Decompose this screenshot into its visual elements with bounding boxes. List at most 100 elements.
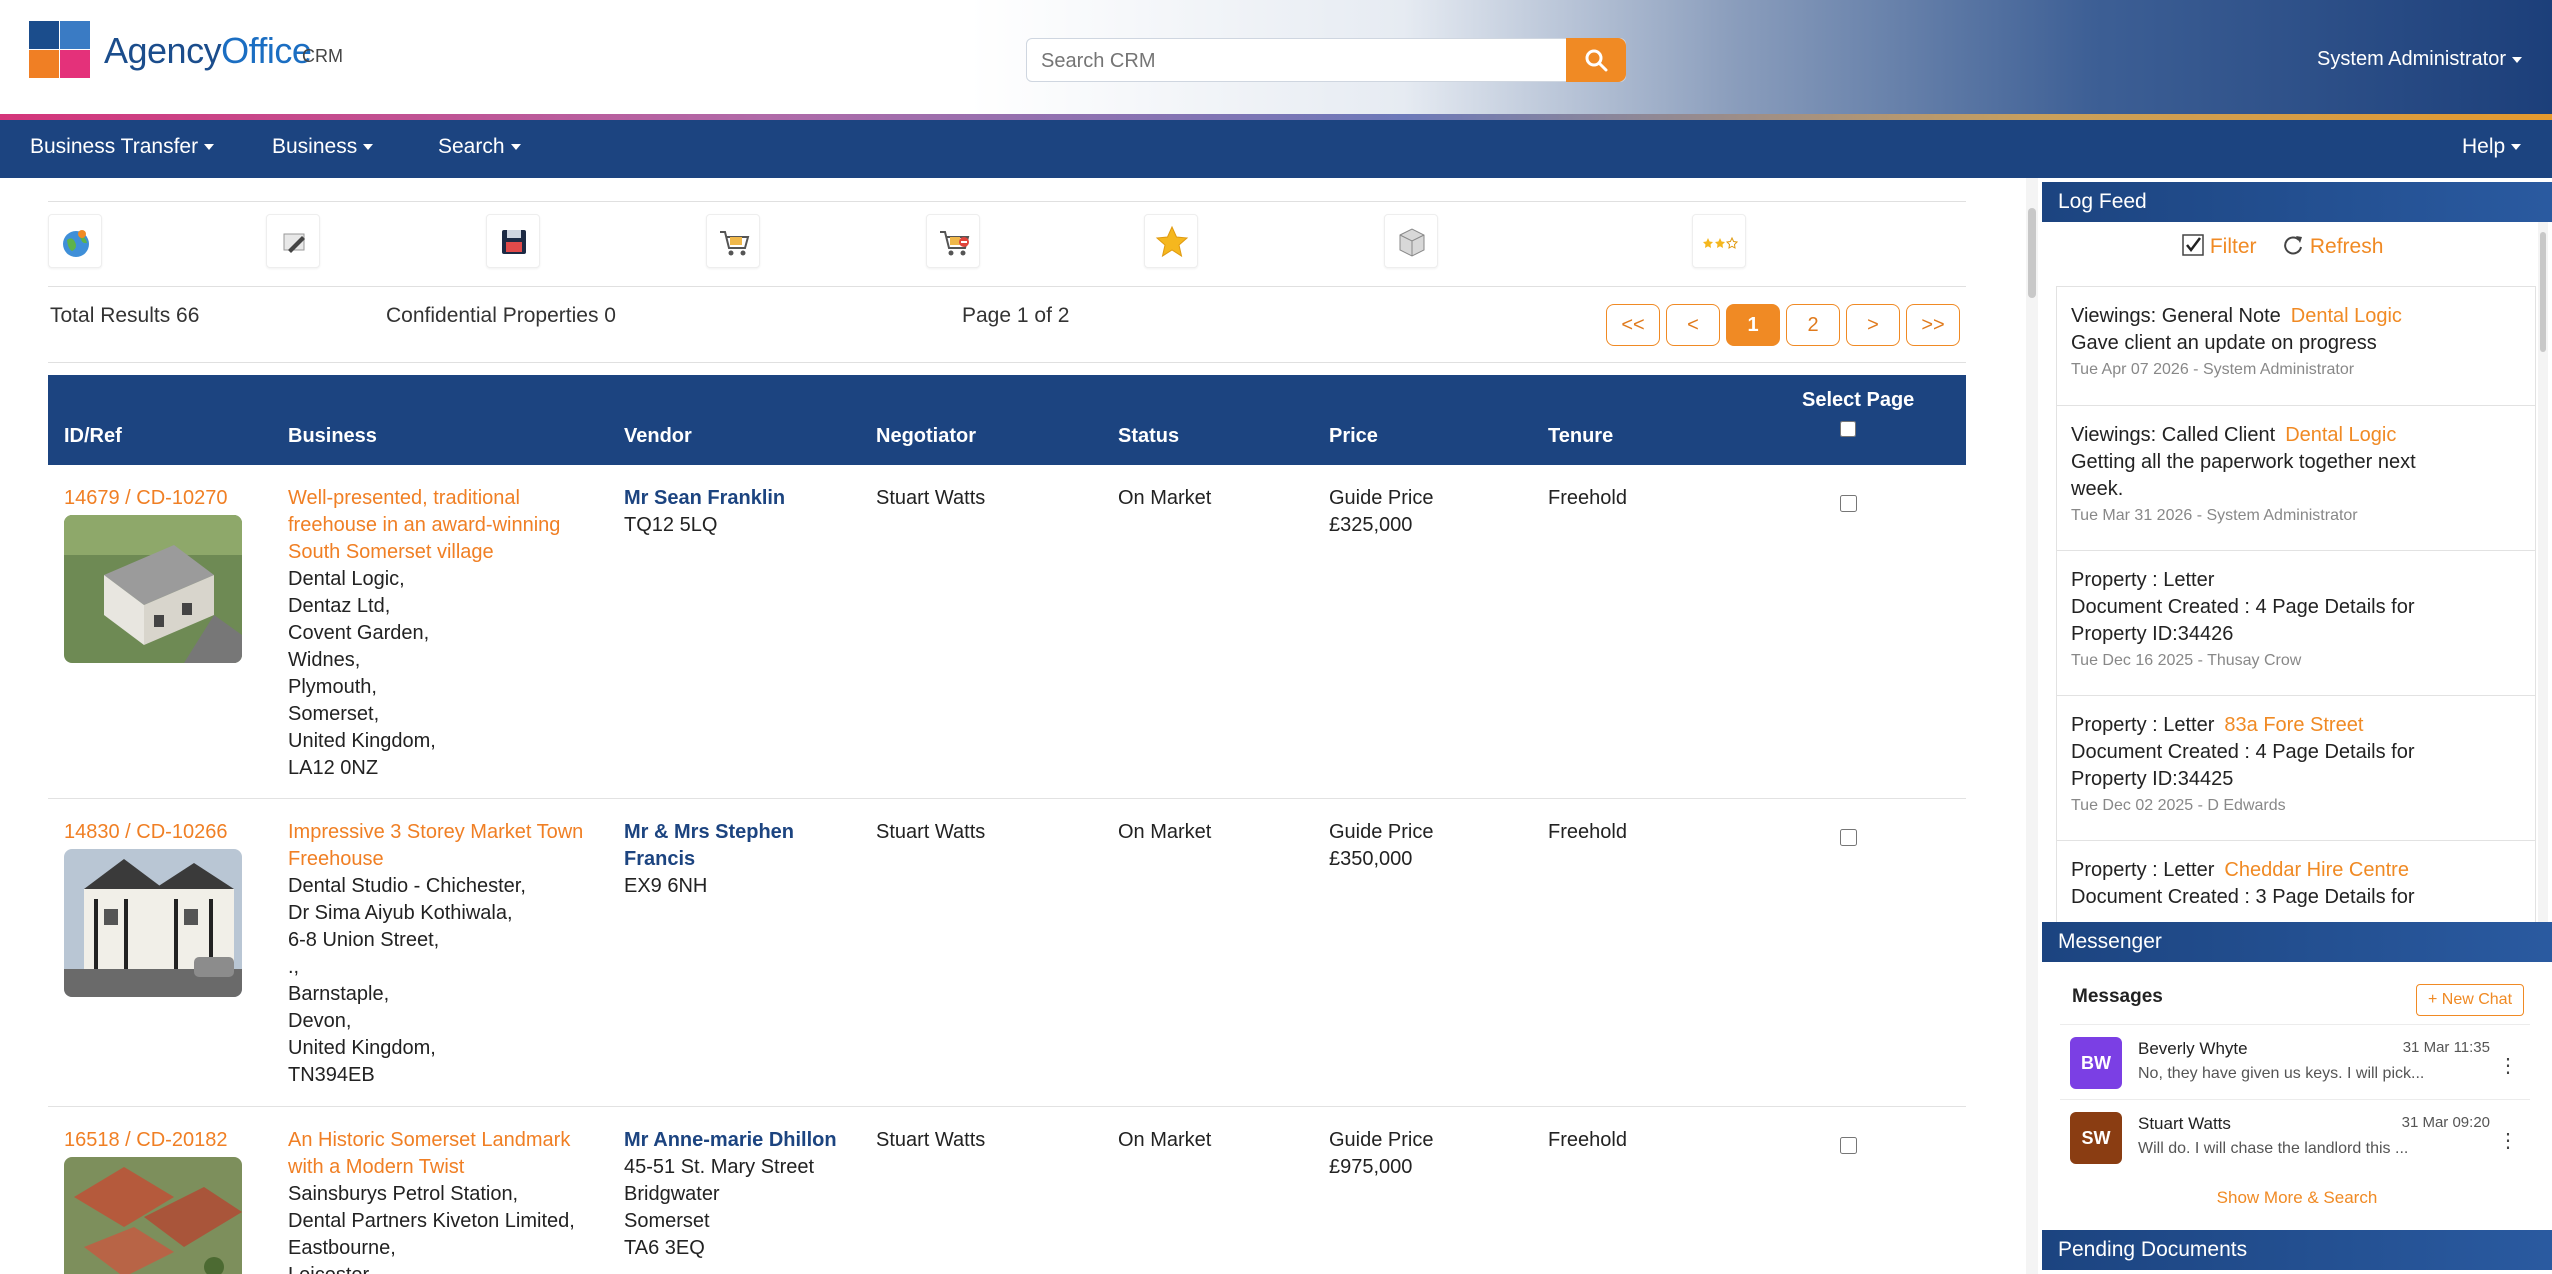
results-panel: Total Results 66 Confidential Properties… (0, 178, 2030, 1274)
chat-name: Stuart Watts (2138, 1114, 2231, 1133)
col-business[interactable]: Business (288, 425, 377, 448)
pending-documents-header[interactable]: Pending Documents (2042, 1230, 2552, 1270)
brand-suffix: CRM (302, 46, 343, 66)
property-ref[interactable]: 14679 / CD-10270 (64, 485, 227, 512)
show-more-link[interactable]: Show More & Search (2042, 1188, 2552, 1208)
property-ref[interactable]: 16518 / CD-20182 (64, 1127, 227, 1154)
table-row[interactable]: 16518 / CD-20182 An Historic Somerset La… (48, 1107, 1966, 1274)
status: On Market (1118, 821, 1212, 843)
property-thumbnail[interactable] (64, 849, 242, 997)
business-cell: Impressive 3 Storey Market Town Freehouse… (288, 819, 583, 1089)
row-select-checkbox[interactable] (1840, 1137, 1857, 1154)
log-feed-list: Viewings: General Note Dental Logic Gave … (2056, 286, 2536, 1100)
business-title[interactable]: Impressive 3 Storey Market Town Freehouse (288, 819, 583, 873)
pager-first[interactable]: << (1606, 304, 1660, 346)
chat-item[interactable]: BW Beverly Whyte 31 Mar 11:35 No, they h… (2060, 1024, 2530, 1098)
log-item[interactable]: Property : Letter Document Created : 4 P… (2056, 550, 2536, 696)
table-row[interactable]: 14830 / CD-10266 Impressive 3 Storey Mar… (48, 799, 1966, 1107)
vendor-name[interactable]: Mr Sean Franklin (624, 485, 785, 512)
log-filter[interactable]: Filter (2182, 234, 2257, 259)
box-tool[interactable] (1384, 214, 1438, 268)
edit-tool[interactable] (266, 214, 320, 268)
price: Guide Price £325,000 (1329, 487, 1434, 536)
kebab-menu-icon[interactable]: ⋮ (2498, 1053, 2518, 1078)
globe-icon (63, 230, 89, 257)
negotiator: Stuart Watts (876, 1129, 986, 1151)
log-item-link[interactable]: Cheddar Hire Centre (2224, 859, 2409, 881)
app-header: AgencyOffice CRM System Administrator (0, 0, 2552, 114)
chat-preview: Will do. I will chase the landlord this … (2138, 1140, 2409, 1157)
user-menu[interactable]: System Administrator (2317, 48, 2522, 71)
search-button[interactable] (1566, 38, 1626, 82)
brand-name: AgencyOffice (104, 30, 312, 71)
col-vendor[interactable]: Vendor (624, 425, 692, 448)
pager-last[interactable]: >> (1906, 304, 1960, 346)
save-icon (502, 230, 526, 254)
col-price[interactable]: Price (1329, 425, 1378, 448)
chat-time: 31 Mar 09:20 (2401, 1114, 2490, 1131)
results-table-header: ID/Ref Business Vendor Negotiator Status… (48, 375, 1966, 465)
nav-business-transfer[interactable]: Business Transfer (30, 135, 215, 159)
log-item[interactable]: Viewings: Called Client Dental Logic Gett… (2056, 405, 2536, 551)
log-item[interactable]: Viewings: General Note Dental Logic Gave … (2056, 286, 2536, 406)
avatar: BW (2070, 1037, 2122, 1089)
chat-name: Beverly Whyte (2138, 1039, 2248, 1058)
chat-item[interactable]: SW Stuart Watts 31 Mar 09:20 Will do. I … (2060, 1099, 2530, 1173)
property-thumbnail[interactable] (64, 1157, 242, 1274)
log-item-meta: Tue Apr 07 2026 - System Administrator (2071, 361, 2355, 378)
refresh-icon (2284, 236, 2302, 255)
col-negotiator[interactable]: Negotiator (876, 425, 976, 448)
vendor-address: EX9 6NH (624, 875, 708, 897)
cart-remove-tool[interactable] (926, 214, 980, 268)
vendor-name[interactable]: Mr & Mrs Stephen Francis (624, 819, 794, 873)
status: On Market (1118, 487, 1212, 509)
property-photo (64, 1157, 242, 1274)
vendor-name[interactable]: Mr Anne-marie Dhillon (624, 1127, 837, 1154)
main-scrollbar[interactable] (2026, 178, 2038, 1274)
chat-time: 31 Mar 11:35 (2402, 1039, 2490, 1056)
globe-tool[interactable] (48, 214, 102, 268)
col-status[interactable]: Status (1118, 425, 1179, 448)
log-item-meta: Tue Dec 16 2025 - Thusay Crow (2071, 652, 2302, 669)
kebab-menu-icon[interactable]: ⋮ (2498, 1128, 2518, 1153)
log-item[interactable]: Property : Letter 83a Fore Street Documen… (2056, 695, 2536, 841)
select-page-checkbox[interactable] (1840, 421, 1856, 437)
rating-stars-icon (1703, 236, 1738, 249)
log-refresh[interactable]: Refresh (2282, 234, 2383, 259)
pager-page-2[interactable]: 2 (1786, 304, 1840, 346)
pager-next[interactable]: > (1846, 304, 1900, 346)
search-input[interactable] (1041, 47, 1571, 75)
tenure: Freehold (1548, 487, 1627, 509)
log-feed-scrollbar[interactable] (2538, 222, 2548, 922)
log-item-link[interactable]: 83a Fore Street (2224, 714, 2363, 736)
nav-search[interactable]: Search (438, 135, 521, 159)
table-row[interactable]: 14679 / CD-10270 Well-presented, traditi… (48, 465, 1966, 799)
negotiator: Stuart Watts (876, 821, 986, 843)
log-feed-header: Log Feed (2042, 182, 2552, 222)
star-tool[interactable] (1144, 214, 1198, 268)
property-ref[interactable]: 14830 / CD-10266 (64, 819, 227, 846)
business-title[interactable]: An Historic Somerset Landmark with a Mode… (288, 1127, 575, 1181)
row-select-checkbox[interactable] (1840, 829, 1857, 846)
nav-help[interactable]: Help (2462, 135, 2522, 159)
property-thumbnail[interactable] (64, 515, 242, 663)
pager-page-1[interactable]: 1 (1726, 304, 1780, 346)
negotiator: Stuart Watts (876, 487, 986, 509)
tenure: Freehold (1548, 1129, 1627, 1151)
col-tenure[interactable]: Tenure (1548, 425, 1613, 448)
new-chat-button[interactable]: + New Chat (2416, 984, 2524, 1016)
rating-tool[interactable] (1692, 214, 1746, 268)
cart-add-tool[interactable] (706, 214, 760, 268)
status: On Market (1118, 1129, 1212, 1151)
log-item-link[interactable]: Dental Logic (2291, 305, 2402, 327)
col-id[interactable]: ID/Ref (64, 425, 122, 448)
log-item-link[interactable]: Dental Logic (2285, 424, 2396, 446)
nav-business[interactable]: Business (272, 135, 374, 159)
row-select-checkbox[interactable] (1840, 495, 1857, 512)
vendor-address: 45-51 St. Mary Street Bridgwater Somerset T… (624, 1156, 815, 1259)
agencyoffice-logo[interactable] (29, 21, 91, 79)
pager-prev[interactable]: < (1666, 304, 1720, 346)
messenger-header: Messenger (2042, 922, 2552, 962)
save-tool[interactable] (486, 214, 540, 268)
business-title[interactable]: Well-presented, traditional freehouse in … (288, 485, 560, 566)
